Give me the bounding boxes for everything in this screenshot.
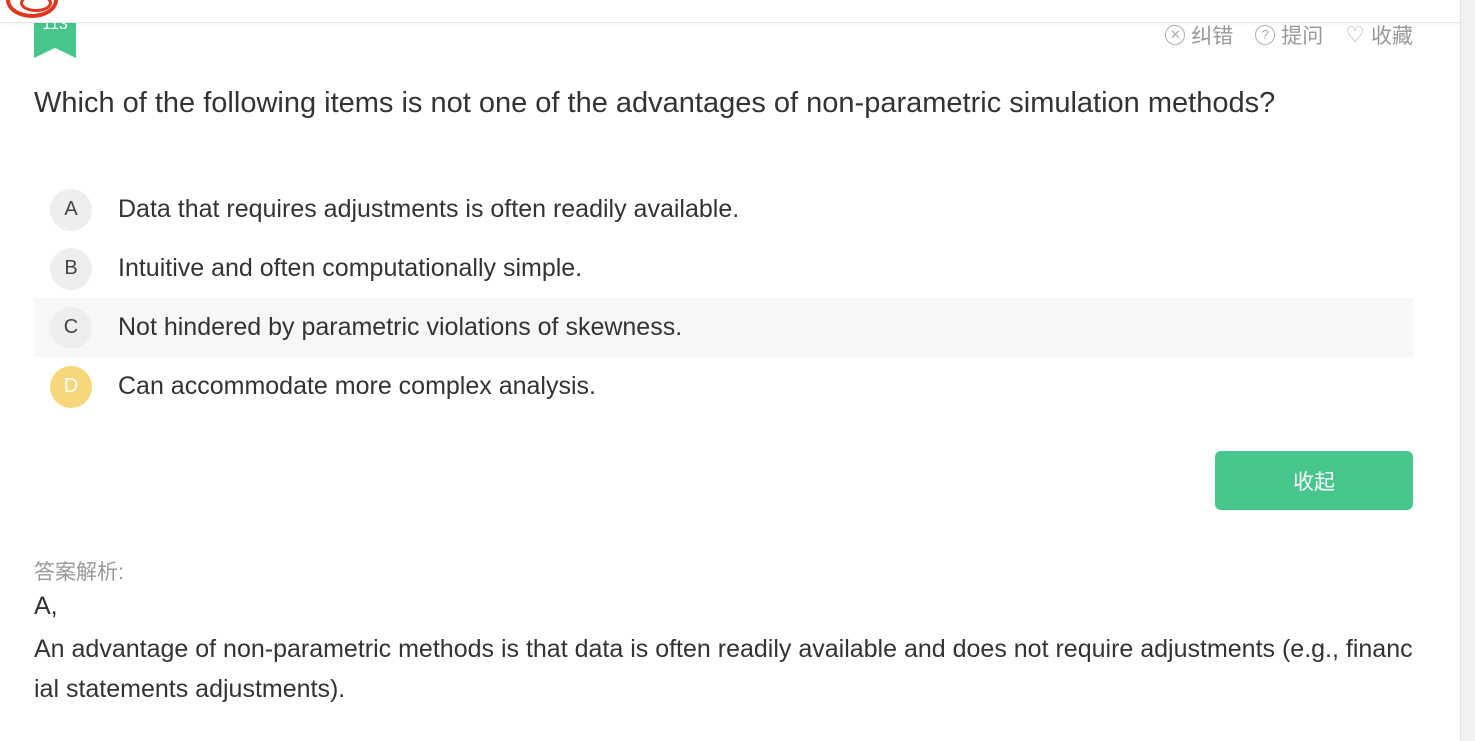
options-list: A Data that requires adjustments is ofte… xyxy=(34,180,1413,416)
question-actions: ✕ 纠错 ? 提问 ♡ 收藏 xyxy=(1165,20,1413,50)
collapse-button[interactable]: 收起 xyxy=(1215,451,1413,510)
option-c[interactable]: C Not hindered by parametric violations … xyxy=(34,298,1413,357)
question-text: Which of the following items is not one … xyxy=(34,87,1276,119)
report-error-label: 纠错 xyxy=(1191,25,1234,48)
site-logo xyxy=(6,0,58,18)
option-text: Not hindered by parametric violations of… xyxy=(118,313,683,341)
scrollbar[interactable] xyxy=(1460,0,1475,741)
option-letter: B xyxy=(50,247,92,290)
ask-question-button[interactable]: ? 提问 xyxy=(1255,20,1323,50)
analysis-label: 答案解析: xyxy=(34,561,124,584)
option-letter: C xyxy=(50,306,92,349)
option-letter-selected: D xyxy=(50,365,92,408)
option-a[interactable]: A Data that requires adjustments is ofte… xyxy=(34,180,1413,239)
option-text: Intuitive and often computationally simp… xyxy=(118,254,583,282)
option-text: Can accommodate more complex analysis. xyxy=(118,372,596,400)
report-error-button[interactable]: ✕ 纠错 xyxy=(1165,20,1233,50)
correct-answer: A, xyxy=(34,592,58,620)
top-bar xyxy=(0,0,1475,23)
question-circle-icon: ? xyxy=(1255,25,1276,45)
option-letter: A xyxy=(50,188,92,231)
option-d[interactable]: D Can accommodate more complex analysis. xyxy=(34,357,1413,416)
answer-explanation: An advantage of non-parametric methods i… xyxy=(34,635,1413,703)
option-text: Data that requires adjustments is often … xyxy=(118,195,740,223)
close-circle-icon: ✕ xyxy=(1165,25,1186,45)
favorite-label: 收藏 xyxy=(1371,25,1413,48)
option-b[interactable]: B Intuitive and often computationally si… xyxy=(34,239,1413,298)
favorite-button[interactable]: ♡ 收藏 xyxy=(1345,20,1413,50)
heart-icon: ♡ xyxy=(1345,22,1365,47)
ask-question-label: 提问 xyxy=(1281,25,1324,48)
